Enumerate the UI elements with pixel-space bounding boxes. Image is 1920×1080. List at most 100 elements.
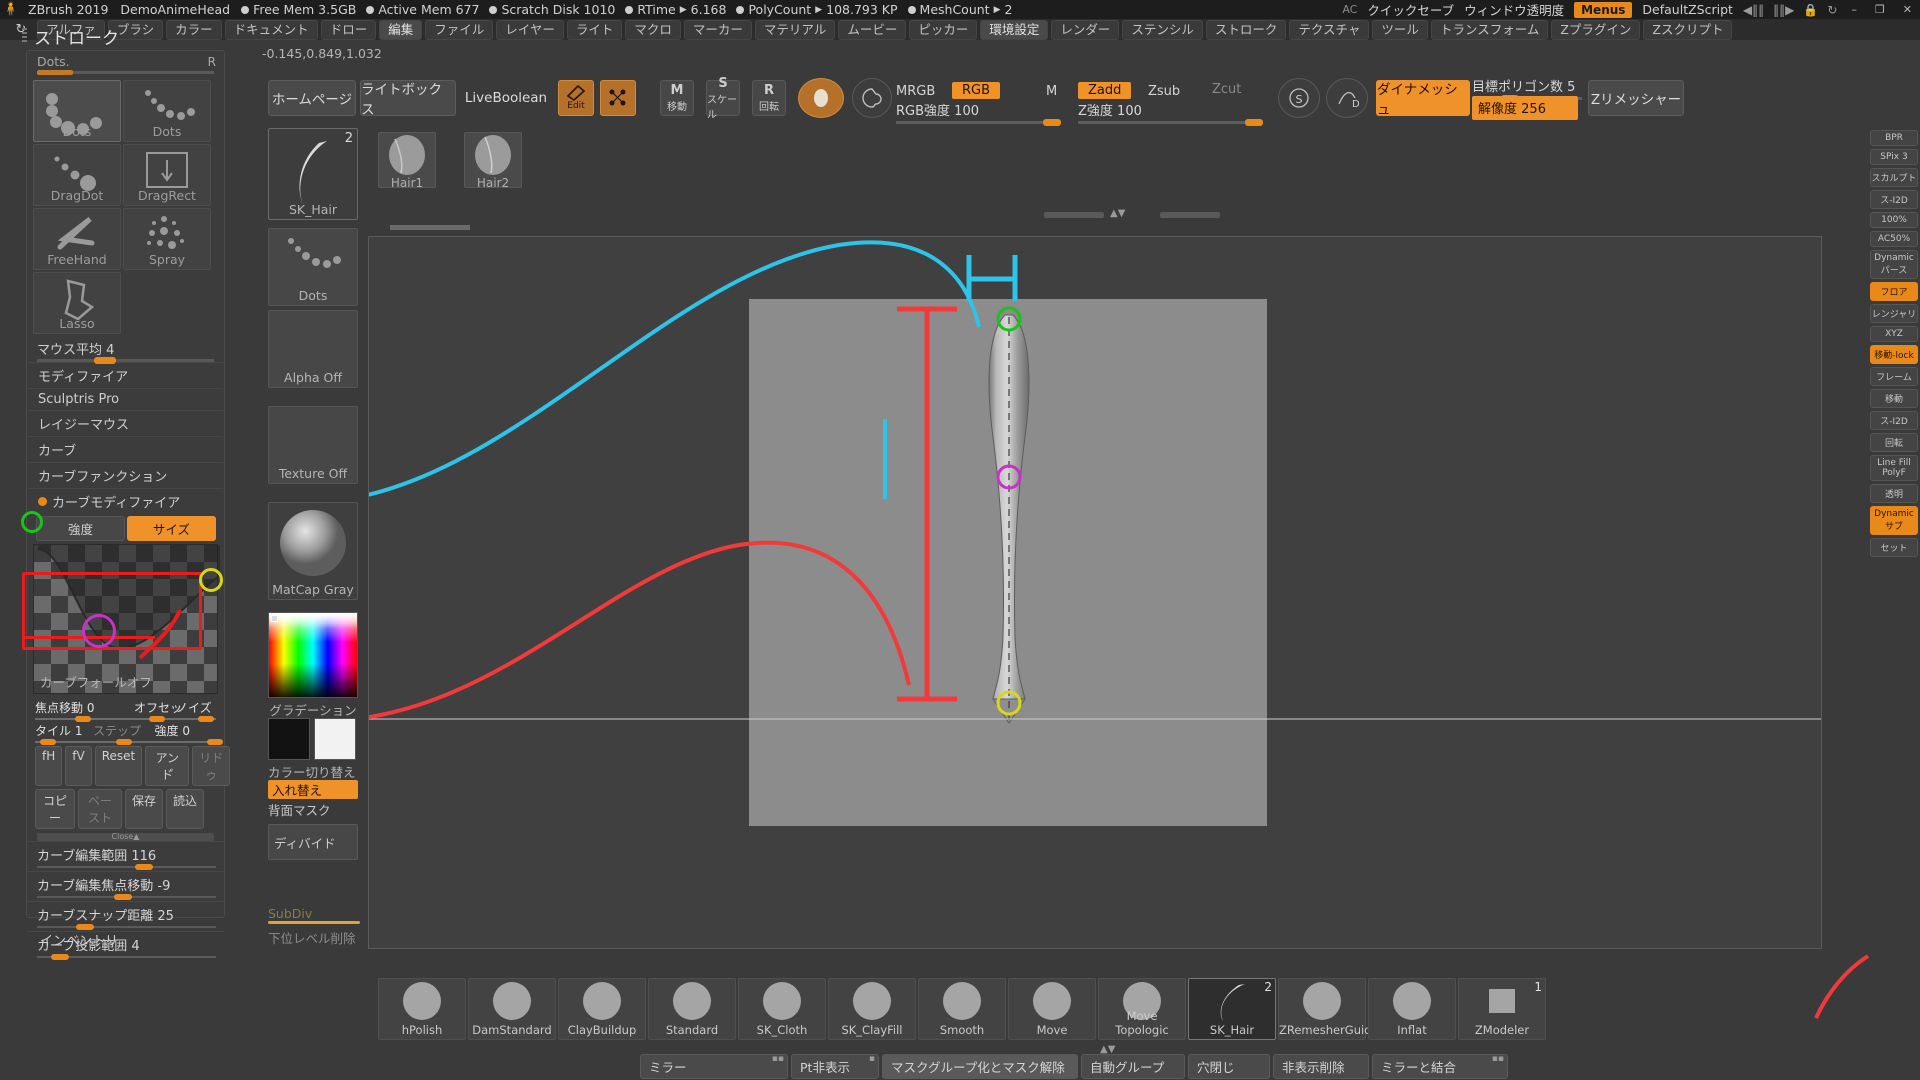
window-transparency-button[interactable]: ウィンドウ透明度 [1464, 0, 1564, 19]
edit-mode-button[interactable]: Edit [558, 80, 594, 116]
slider-track[interactable] [1078, 119, 1263, 126]
drag-grip-icon[interactable] [22, 28, 27, 44]
section-curve-modifiers[interactable]: カーブモディファイア [28, 488, 223, 514]
tray-brush-hpolish[interactable]: hPolish [378, 978, 466, 1040]
stroke-swatch-dragdot[interactable]: DragDot [33, 144, 121, 206]
menu-item-light[interactable]: ライト [566, 19, 623, 40]
reset-curve-button[interactable]: Reset [94, 746, 143, 786]
tray-brush-zremesherguide[interactable]: ZRemesherGuide [1278, 978, 1379, 1040]
undo-button[interactable]: アンド゙ [145, 746, 190, 786]
tray-brush-inflat[interactable]: Inflat [1368, 978, 1456, 1040]
tray-brush-standard[interactable]: Standard [648, 978, 736, 1040]
shelf-item-scale2d[interactable]: ス-I2D [1870, 411, 1918, 430]
brush-preview-hair2[interactable]: Hair2 [464, 132, 522, 190]
canvas-scroll-right[interactable] [1160, 212, 1220, 218]
shelf-item-move-lock[interactable]: 移動-lock [1870, 345, 1918, 364]
stroke-preset-reset[interactable]: R [208, 55, 216, 69]
move-mode-button[interactable] [600, 80, 636, 116]
zcut-button[interactable]: Zcut [1212, 82, 1241, 97]
stroke-swatch-current[interactable]: Dots [268, 228, 358, 306]
subdiv-slider[interactable] [268, 921, 360, 924]
quicksave-button[interactable]: クイックセーブ [1367, 0, 1454, 19]
z-intensity-slider[interactable]: Z強度 100 [1078, 100, 1263, 126]
maximize-button[interactable]: ❐ [1871, 3, 1889, 16]
shelf-item-xyz[interactable]: XYZ [1870, 326, 1918, 342]
stroke-swatch-dots-arc[interactable]: Dots [33, 80, 121, 142]
inventory-label[interactable]: インベントリ [40, 930, 118, 949]
switch-color-label[interactable]: カラー切り替え [268, 762, 358, 781]
slider-track[interactable] [37, 924, 216, 930]
stroke-swatch-freehand[interactable]: FreeHand [33, 208, 121, 270]
stroke-preset-name[interactable]: Dots. [37, 54, 70, 69]
focal-shift-button[interactable]: S [1278, 78, 1320, 118]
palette-button[interactable] [852, 78, 892, 118]
mask-group-unmask-button[interactable]: マスクグループ化とマスク解除 [882, 1053, 1078, 1079]
shelf-item-local[interactable]: レンジャリ [1870, 304, 1918, 323]
slider-track[interactable] [154, 739, 223, 745]
menu-item-file[interactable]: ファイル [425, 19, 494, 40]
menu-item-macro[interactable]: マクロ [625, 19, 681, 40]
shelf-item-zoom100[interactable]: 100% [1870, 212, 1918, 228]
curve-point-magenta-ring[interactable] [82, 614, 116, 648]
shelf-item-dynamic-sub[interactable]: Dynamic サブ [1870, 506, 1918, 535]
texture-swatch[interactable]: Texture Off [268, 406, 358, 484]
refresh-small-icon[interactable]: ↻ [1827, 3, 1837, 17]
lock-icon[interactable]: 🔒 [1803, 3, 1818, 17]
tray-brush-move[interactable]: Move [1008, 978, 1096, 1040]
delete-hidden-button[interactable]: 非表示削除 [1273, 1053, 1369, 1079]
curve-falloff-editor[interactable]: カーブフォールオフ [33, 544, 221, 694]
close-button[interactable]: ✕ [1899, 3, 1916, 16]
shelf-item-floor[interactable]: フロア [1870, 282, 1918, 301]
menu-item-preferences[interactable]: 環境設定 [980, 19, 1049, 40]
curve-edit-range-slider[interactable]: カーブ編集範囲 116 [27, 841, 224, 871]
mirror-button[interactable]: ミラー ▪▪ [640, 1053, 788, 1079]
shelf-item-rotate[interactable]: 回転 [1870, 433, 1918, 452]
menu-item-layer[interactable]: レイヤー [496, 19, 564, 40]
secondary-color-swatch[interactable] [314, 718, 356, 760]
curve-point-yellow-ring[interactable] [199, 568, 223, 592]
canvas-updown-arrows-icon[interactable]: ▲▼ [1110, 208, 1125, 219]
section-curve[interactable]: カーブ [28, 436, 223, 462]
tray-brush-damstandard[interactable]: DamStandard [468, 978, 556, 1040]
section-modifiers[interactable]: モディファイア [28, 362, 223, 388]
auto-group-button[interactable]: 自動グループ [1081, 1053, 1185, 1079]
menu-item-marker[interactable]: マーカー [683, 19, 752, 40]
minimize-button[interactable]: – [1847, 3, 1861, 16]
rotate-button[interactable]: R 回転 [752, 80, 786, 116]
divide-button[interactable]: ディバイド [268, 824, 358, 860]
flip-vertical-button[interactable]: fV [65, 746, 92, 786]
zremesher-button[interactable]: Zリメッシャー [1588, 80, 1684, 116]
section-lazy-mouse[interactable]: レイジーマウス [28, 410, 223, 436]
noise-mini-slider[interactable]: ノイズ [176, 699, 216, 722]
homepage-button[interactable]: ホームページ [268, 80, 356, 116]
menus-button[interactable]: Menus [1574, 1, 1633, 18]
curve-mode-intensity[interactable]: 強度 [36, 516, 125, 541]
m-button[interactable]: M [1046, 84, 1057, 99]
shelf-item-spix[interactable]: SPix 3 [1870, 149, 1918, 165]
current-brush-swatch[interactable]: 2 SK_Hair [268, 128, 358, 220]
menu-item-zplugin[interactable]: Zプラグイン [1551, 19, 1641, 40]
move-button[interactable]: M 移動 [660, 80, 694, 116]
mrgb-label[interactable]: MRGB [896, 84, 935, 99]
curve-snap-distance-slider[interactable]: カーブスナップ距離 25 [27, 901, 224, 931]
paste-curve-button[interactable]: ペースト [78, 789, 122, 829]
redo-button[interactable]: リドゥ [192, 746, 231, 786]
color-picker[interactable] [268, 612, 358, 698]
shelf-item-edit2d[interactable]: ス-I2D [1870, 190, 1918, 209]
nav-prev-icon[interactable]: ◀‖‖ [1743, 3, 1764, 17]
offset-mini-slider[interactable]: オフセッ [134, 699, 182, 722]
liveboolean-button[interactable]: LiveBoolean [458, 80, 554, 116]
draw-mode-button[interactable] [798, 78, 844, 118]
slider-track[interactable] [37, 864, 216, 870]
curve-edit-focal-shift-slider[interactable]: カーブ編集焦点移動 -9 [27, 871, 224, 901]
scale-button[interactable]: S スケール [706, 76, 740, 121]
mirror-weld-button[interactable]: ミラーと結合 ▪▪ [1372, 1053, 1508, 1079]
slider-track[interactable] [896, 119, 1061, 126]
menu-item-render[interactable]: レンダー [1051, 19, 1120, 40]
stroke-swatch-lasso[interactable]: Lasso [33, 272, 121, 334]
slider-track[interactable] [134, 716, 176, 722]
brush-preview-hair1[interactable]: Hair1 [378, 132, 436, 190]
resolution-slider[interactable]: 解像度 256 [1478, 98, 1582, 117]
slider-track[interactable] [93, 739, 155, 745]
section-sculptris-pro[interactable]: Sculptris Pro [28, 388, 223, 410]
